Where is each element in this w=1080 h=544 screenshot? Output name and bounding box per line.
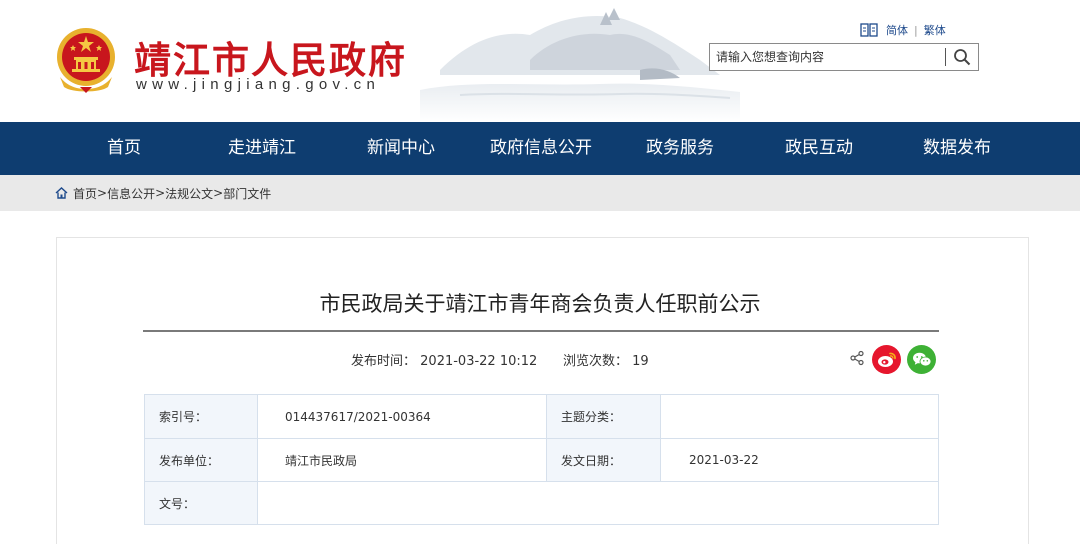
breadcrumb: 首页 > 信息公开 > 法规公文 > 部门文件 — [55, 175, 271, 211]
breadcrumb-separator: > — [97, 186, 108, 200]
home-icon — [55, 187, 68, 199]
breadcrumb-regulations[interactable]: 法规公文 — [165, 185, 213, 202]
breadcrumb-info-public[interactable]: 信息公开 — [107, 185, 155, 202]
publisher-value: 靖江市民政局 — [285, 453, 358, 468]
date-label: 发文日期： — [561, 453, 622, 468]
search-input[interactable] — [710, 44, 945, 70]
publisher-label-cell: 发布单位： — [145, 439, 257, 481]
share-icon[interactable] — [849, 350, 865, 366]
weibo-share-button[interactable] — [872, 345, 901, 374]
nav-item-services[interactable]: 政务服务 — [630, 122, 730, 175]
main-nav: 首页 走进靖江 新闻中心 政府信息公开 政务服务 政民互动 数据发布 — [0, 122, 1080, 175]
table-col-divider — [257, 395, 258, 524]
publish-time: 发布时间： 2021-03-22 10:12 — [351, 350, 538, 369]
nav-item-about[interactable]: 走进靖江 — [212, 122, 312, 175]
publish-time-value: 2021-03-22 10:12 — [420, 354, 538, 369]
index-value-cell: 014437617/2021-00364 — [258, 395, 546, 438]
wechat-share-button[interactable] — [907, 345, 936, 374]
lang-separator: | — [914, 23, 918, 37]
breadcrumb-separator: > — [155, 186, 166, 200]
book-icon — [860, 23, 878, 37]
article-title: 市民政局关于靖江市青年商会负责人任职前公示 — [319, 292, 761, 316]
search-button[interactable] — [946, 44, 978, 70]
nav-item-data[interactable]: 数据发布 — [907, 122, 1007, 175]
breadcrumb-home[interactable]: 首页 — [73, 185, 97, 202]
table-row-divider — [145, 481, 938, 482]
table-col-divider — [546, 395, 547, 481]
nav-item-gov-info[interactable]: 政府信息公开 — [478, 122, 604, 175]
nav-item-news[interactable]: 新闻中心 — [351, 122, 451, 175]
wechat-icon — [912, 352, 931, 367]
publisher-label: 发布单位： — [159, 453, 220, 468]
view-count: 浏览次数： 19 — [563, 350, 649, 369]
topic-value-cell — [661, 395, 938, 438]
docno-label: 文号： — [159, 496, 196, 511]
document-info-table: 索引号： 014437617/2021-00364 主题分类： 发布单位： 靖江… — [144, 394, 939, 525]
date-value: 2021-03-22 — [689, 453, 759, 467]
search-box — [709, 43, 979, 71]
breadcrumb-bar: 首页 > 信息公开 > 法规公文 > 部门文件 — [0, 175, 1080, 211]
table-col-divider — [660, 395, 661, 481]
site-header: 靖江市人民政府 www.jingjiang.gov.cn 简体 | 繁体 — [0, 0, 1080, 122]
language-switcher: 简体 | 繁体 — [860, 21, 946, 39]
docno-value-cell — [258, 482, 938, 524]
lang-simplified-link[interactable]: 简体 — [886, 22, 908, 38]
nav-item-home[interactable]: 首页 — [84, 122, 164, 175]
docno-label-cell: 文号： — [145, 482, 257, 524]
view-count-label: 浏览次数： — [563, 354, 629, 369]
landscape-banner-image — [380, 0, 740, 122]
breadcrumb-separator: > — [213, 186, 224, 200]
date-label-cell: 发文日期： — [547, 439, 660, 481]
table-row-divider — [145, 438, 938, 439]
lang-traditional-link[interactable]: 繁体 — [924, 22, 946, 38]
nav-item-interaction[interactable]: 政民互动 — [769, 122, 869, 175]
search-icon — [954, 49, 971, 66]
breadcrumb-dept-docs[interactable]: 部门文件 — [223, 185, 271, 202]
site-url: www.jingjiang.gov.cn — [136, 76, 381, 93]
title-divider — [143, 330, 939, 332]
index-label-cell: 索引号： — [145, 395, 257, 438]
publisher-value-cell: 靖江市民政局 — [258, 439, 546, 481]
weibo-icon — [877, 352, 896, 367]
view-count-value: 19 — [632, 354, 649, 369]
index-value: 014437617/2021-00364 — [285, 409, 431, 424]
national-emblem-logo — [57, 28, 115, 93]
topic-label: 主题分类： — [561, 410, 622, 424]
publish-time-label: 发布时间： — [351, 354, 417, 369]
topic-label-cell: 主题分类： — [547, 395, 660, 438]
index-label: 索引号： — [159, 410, 208, 424]
date-value-cell: 2021-03-22 — [661, 439, 938, 481]
